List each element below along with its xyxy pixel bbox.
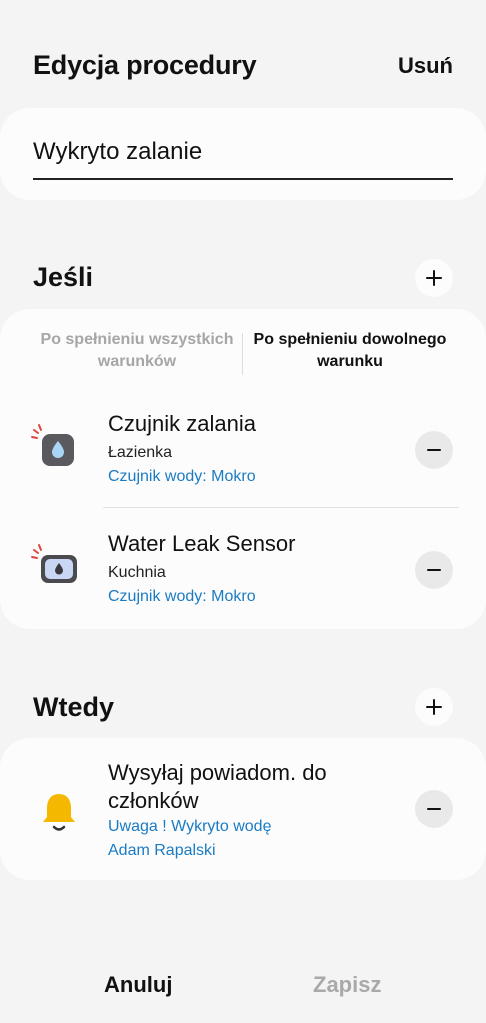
condition-state: Czujnik wody: Mokro [108, 588, 256, 605]
condition-mode-toggle: Po spełnieniu wszystkich warunków Po spe… [0, 329, 486, 379]
condition-item[interactable]: Water Leak Sensor Kuchnia Czujnik wody: … [0, 524, 486, 624]
name-card [0, 108, 486, 200]
actions-card: Wysyłaj powiadom. do członków Uwaga ! Wy… [0, 738, 486, 880]
minus-icon [427, 808, 441, 810]
procedure-name-input[interactable] [33, 136, 453, 180]
action-item[interactable]: Wysyłaj powiadom. do członków Uwaga ! Wy… [0, 758, 486, 868]
page-title: Edycja procedury [33, 50, 257, 80]
add-condition-button[interactable] [415, 259, 453, 297]
action-title-line2: członków [108, 788, 199, 813]
save-button[interactable]: Zapisz [313, 972, 381, 998]
condition-title: Czujnik zalania [108, 411, 256, 436]
plus-icon [426, 699, 442, 715]
condition-room: Kuchnia [108, 564, 166, 581]
header: Edycja procedury Usuń [0, 0, 486, 110]
water-drop-sensor-icon [31, 424, 74, 466]
add-action-button[interactable] [415, 688, 453, 726]
remove-condition-button[interactable] [415, 551, 453, 589]
then-section-title: Wtedy [33, 692, 114, 722]
cancel-button[interactable]: Anuluj [104, 972, 172, 998]
delete-button[interactable]: Usuń [398, 53, 453, 79]
condition-state: Czujnik wody: Mokro [108, 468, 256, 485]
bell-icon [43, 794, 75, 831]
minus-icon [427, 449, 441, 451]
toggle-any-label-line2: warunku [317, 353, 383, 370]
toggle-all-conditions[interactable]: Po spełnieniu wszystkich warunków [27, 329, 247, 373]
divider [103, 507, 459, 508]
if-section-title: Jeśli [33, 262, 94, 292]
condition-title: Water Leak Sensor [108, 531, 296, 556]
remove-condition-button[interactable] [415, 431, 453, 469]
condition-item[interactable]: Czujnik zalania Łazienka Czujnik wody: M… [0, 404, 486, 504]
action-recipient: Adam Rapalski [108, 842, 216, 859]
action-message: Uwaga ! Wykryto wodę [108, 818, 272, 835]
toggle-all-label-line1: Po spełnieniu wszystkich [40, 331, 234, 348]
condition-room: Łazienka [108, 444, 173, 461]
minus-icon [427, 569, 441, 571]
toggle-any-condition[interactable]: Po spełnieniu dowolnego warunku [240, 329, 460, 373]
remove-action-button[interactable] [415, 790, 453, 828]
toggle-any-label-line1: Po spełnieniu dowolnego [253, 331, 447, 348]
action-title-line1: Wysyłaj powiadom. do [108, 760, 327, 785]
plus-icon [426, 270, 442, 286]
conditions-card: Po spełnieniu wszystkich warunków Po spe… [0, 309, 486, 629]
water-leak-sensor-icon [31, 544, 77, 583]
toggle-all-label-line2: warunków [97, 353, 177, 370]
